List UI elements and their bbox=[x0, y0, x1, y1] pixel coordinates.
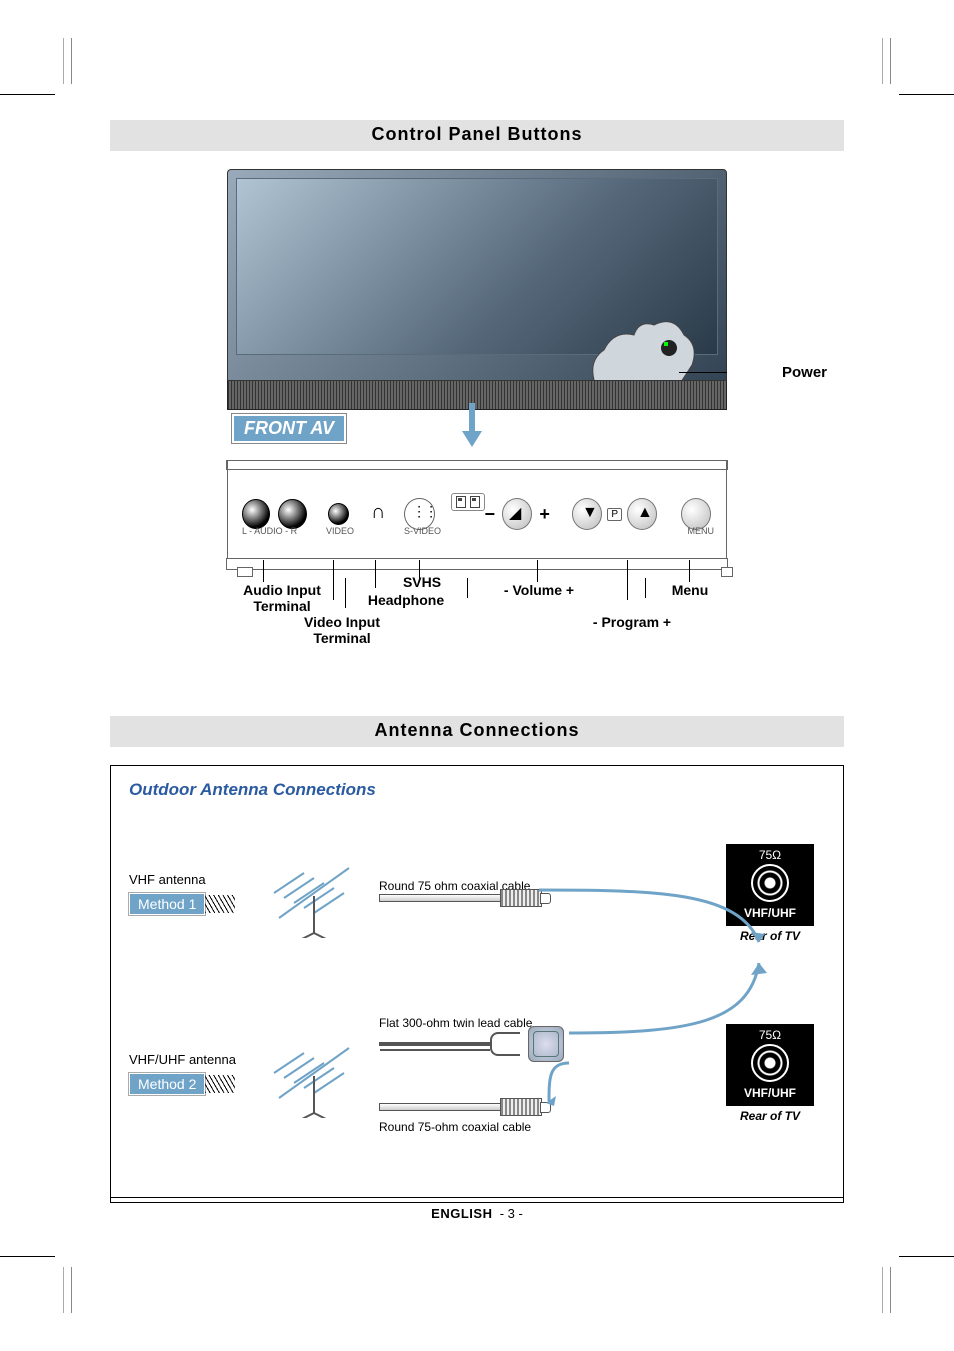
method-2-row: VHF/UHF antenna Method 2 bbox=[129, 978, 825, 1168]
figure-antenna-connections: Outdoor Antenna Connections VHF antenna … bbox=[110, 765, 844, 1203]
label-power: Power bbox=[782, 364, 827, 381]
antenna-box-title: Outdoor Antenna Connections bbox=[129, 780, 825, 800]
program-up-button[interactable]: ▲ bbox=[627, 498, 657, 530]
label-video-tiny: VIDEO bbox=[326, 526, 354, 536]
label-menu-tiny: MENU bbox=[688, 526, 715, 536]
figure-control-panel: Power FRONT AV − ◢ + ▼ P ▲ bbox=[227, 169, 727, 656]
callout-program: - Program + bbox=[567, 614, 697, 630]
footer-language: ENGLISH bbox=[431, 1206, 492, 1221]
method1-badge: Method 1 bbox=[129, 893, 205, 915]
method1-antenna-label: VHF antenna bbox=[129, 872, 259, 887]
cable-curve-icon bbox=[569, 953, 769, 1043]
section-title-control-panel: Control Panel Buttons bbox=[110, 120, 844, 151]
audio-r-jack bbox=[278, 499, 306, 529]
coax-plug-icon bbox=[500, 1098, 542, 1116]
ohm-label: 75Ω bbox=[730, 848, 810, 862]
rear-of-tv-caption: Rear of TV bbox=[715, 1109, 825, 1123]
vhf-uhf-antenna-icon bbox=[259, 1028, 369, 1118]
callout-volume: - Volume + bbox=[479, 582, 599, 598]
method2-twin-label: Flat 300-ohm twin lead cable bbox=[379, 1016, 532, 1030]
vhf-uhf-label: VHF/UHF bbox=[730, 1086, 810, 1100]
coax-plug-icon bbox=[500, 889, 542, 907]
callout-menu: Menu bbox=[655, 582, 725, 598]
label-svideo-tiny: S-VIDEO bbox=[404, 526, 441, 536]
label-p-tiny: P bbox=[607, 508, 622, 521]
method2-coax-label: Round 75-ohm coaxial cable bbox=[379, 1120, 715, 1134]
callout-headphone: Headphone bbox=[351, 592, 461, 608]
audio-l-jack bbox=[242, 499, 270, 529]
method2-antenna-label: VHF/UHF antenna bbox=[129, 1052, 259, 1067]
video-jack bbox=[328, 503, 349, 525]
footer-page-number: - 3 - bbox=[500, 1206, 523, 1221]
dip-switches bbox=[451, 493, 485, 511]
method2-badge: Method 2 bbox=[129, 1073, 205, 1095]
volume-down-button[interactable]: ◢ bbox=[502, 498, 532, 530]
callout-svhs: SVHS bbox=[387, 574, 457, 590]
coax-jack-icon bbox=[751, 1044, 789, 1082]
front-panel-illustration: − ◢ + ▼ P ▲ L - AUDIO - R VIDEO S-VIDEO … bbox=[227, 460, 727, 570]
program-down-button[interactable]: ▼ bbox=[572, 498, 602, 530]
balun-adapter-icon bbox=[528, 1026, 564, 1062]
label-audio-tiny: L - AUDIO - R bbox=[242, 526, 297, 536]
callout-audio-input: Audio Input Terminal bbox=[227, 582, 337, 614]
vhf-antenna-icon bbox=[259, 848, 369, 938]
twin-lead-fork-icon bbox=[490, 1032, 520, 1056]
headphone-jack-icon bbox=[371, 504, 388, 524]
page-footer: ENGLISH - 3 - bbox=[110, 1197, 844, 1221]
callout-video-input: Video Input Terminal bbox=[287, 614, 397, 646]
tv-illustration bbox=[227, 169, 727, 381]
method-1-row: VHF antenna Method 1 bbox=[129, 818, 825, 968]
section-title-antenna: Antenna Connections bbox=[110, 716, 844, 747]
front-av-badge: FRONT AV bbox=[232, 414, 346, 443]
